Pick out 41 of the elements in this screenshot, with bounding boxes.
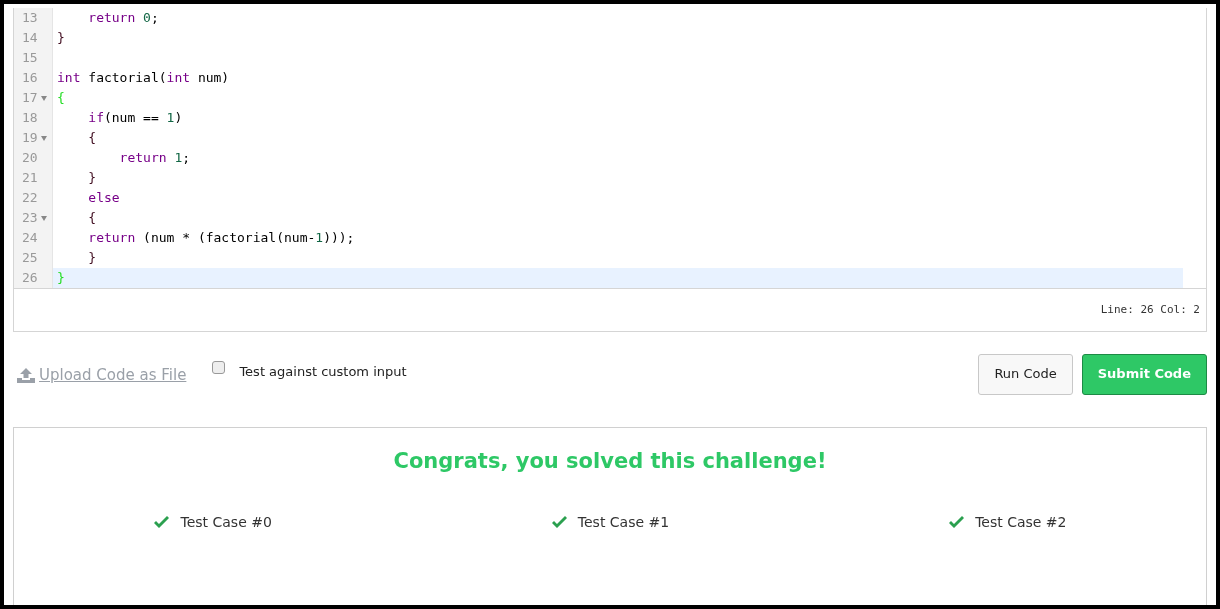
line-number: 13 [22,9,38,28]
line-number: 19 [22,129,38,148]
checkbox[interactable] [212,361,226,375]
code-line: { [87,209,97,228]
code-line: } [87,249,97,268]
test-case-label: Test Case #0 [180,512,272,532]
code-line: return 0; [87,9,159,28]
code-line: { [87,129,97,148]
fold-arrow-icon[interactable] [40,95,47,101]
line-number: 15 [22,49,38,68]
code-line: int factorial(int num) [57,69,230,88]
line-number: 25 [22,249,38,268]
test-case-label: Test Case #2 [975,512,1067,532]
line-number: 17 [22,89,38,108]
line-number: 14 [22,29,38,48]
line-number: 24 [22,229,38,248]
line-number: 21 [22,169,38,188]
code-line: { [57,89,65,108]
line-number: 16 [22,69,38,88]
cursor-position: Line: 26 Col: 2 [1100,301,1200,318]
upload-link[interactable]: Upload Code as File [17,363,187,387]
test-case-label: Test Case #1 [577,512,670,532]
fold-arrow-icon[interactable] [40,135,47,141]
fold-arrow-icon[interactable] [40,215,47,221]
code-line: } [87,169,97,188]
code-line: return 1; [118,149,191,168]
line-number: 22 [22,189,38,208]
upload-icon [17,367,35,383]
line-number: 18 [22,109,38,128]
code-line: return (num * (factorial(num-1))); [87,229,355,248]
line-number: 26 [22,269,38,288]
code-line: } [57,29,65,48]
submit-button[interactable]: Submit Code [1081,353,1207,395]
code-line: } [57,269,65,288]
success-message: Congrats, you solved this challenge! [392,448,828,475]
code-line: else [87,189,120,208]
line-number: 20 [22,149,38,168]
run-button[interactable]: Run Code [978,353,1073,395]
code-line: if(num == 1) [87,109,183,128]
checkbox-label: Test against custom input [239,363,407,382]
line-number: 23 [22,209,38,228]
